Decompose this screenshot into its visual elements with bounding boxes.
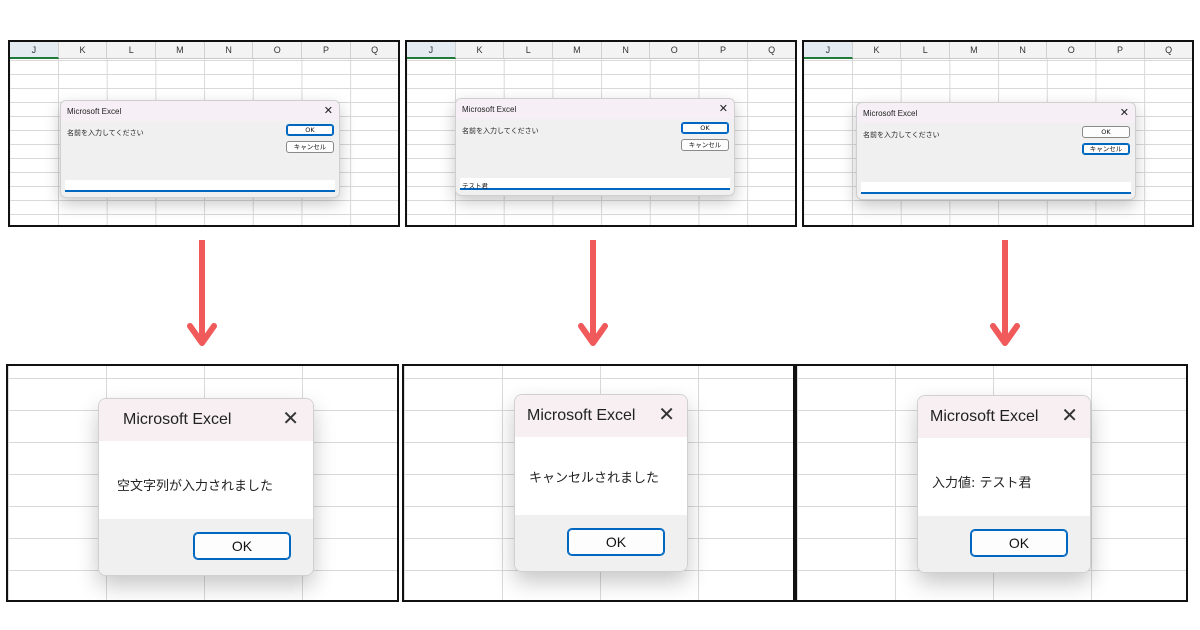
message-dialog: Microsoft Excel ✕ キャンセルされました OK [514, 394, 688, 572]
input-dialog-title: Microsoft Excel [863, 109, 918, 118]
inputbox-screenshot-3: J K L M N O P Q Microsoft Excel ✕ 名前を入力し… [802, 40, 1194, 227]
close-icon[interactable]: ✕ [658, 404, 675, 426]
input-dialog: Microsoft Excel ✕ 名前を入力してください OK キャンセル [60, 100, 340, 198]
input-dialog-title: Microsoft Excel [67, 107, 122, 116]
message-text: 空文字列が入力されました [117, 479, 274, 494]
input-dialog-title-bar: Microsoft Excel ✕ [857, 103, 1135, 123]
column-header-m[interactable]: M [156, 42, 205, 59]
input-dialog-prompt: 名前を入力してください [462, 127, 539, 135]
ok-button[interactable]: OK [681, 122, 729, 134]
message-text: キャンセルされました [529, 471, 660, 486]
column-header-o[interactable]: O [253, 42, 303, 59]
close-icon[interactable]: ✕ [282, 408, 299, 430]
message-text: 入力値: テスト君 [932, 476, 1032, 491]
input-dialog-title: Microsoft Excel [462, 105, 517, 114]
column-header-j[interactable]: J [804, 42, 853, 59]
msgbox-screenshot-1: Microsoft Excel ✕ 空文字列が入力されました OK [6, 364, 399, 602]
input-dialog: Microsoft Excel ✕ 名前を入力してください OK キャンセル テ… [455, 98, 735, 196]
column-header-k[interactable]: K [853, 42, 902, 59]
message-dialog-title-bar: Microsoft Excel ✕ [99, 399, 313, 441]
cancel-button[interactable]: キャンセル [1082, 143, 1130, 155]
down-arrow-icon [187, 240, 217, 346]
cancel-button[interactable]: キャンセル [286, 141, 334, 153]
column-header-o[interactable]: O [1047, 42, 1097, 59]
down-arrow-icon [990, 240, 1020, 346]
message-dialog-footer: OK [99, 519, 313, 575]
column-header-k[interactable]: K [456, 42, 505, 59]
column-header-l[interactable]: L [107, 42, 157, 59]
close-icon[interactable]: ✕ [719, 102, 728, 116]
message-dialog-title: Microsoft Excel [123, 411, 232, 428]
name-input[interactable] [861, 182, 1131, 194]
column-header-row: J K L M N O P Q [10, 42, 398, 59]
input-dialog-title-bar: Microsoft Excel ✕ [61, 101, 339, 121]
column-header-m[interactable]: M [950, 42, 999, 59]
column-header-n[interactable]: N [205, 42, 254, 59]
name-input[interactable] [65, 180, 335, 192]
column-header-j[interactable]: J [407, 42, 456, 59]
column-header-q[interactable]: Q [351, 42, 398, 59]
column-header-k[interactable]: K [59, 42, 108, 59]
column-header-l[interactable]: L [901, 42, 951, 59]
message-dialog-title-bar: Microsoft Excel ✕ [918, 396, 1090, 438]
column-header-p[interactable]: P [1096, 42, 1145, 59]
column-header-n[interactable]: N [602, 42, 651, 59]
close-icon[interactable]: ✕ [1120, 106, 1129, 120]
column-header-o[interactable]: O [650, 42, 700, 59]
msgbox-screenshot-2: Microsoft Excel ✕ キャンセルされました OK [402, 364, 795, 602]
inputbox-screenshot-1: J K L M N O P Q Microsoft Excel ✕ 名前を入力し… [8, 40, 400, 227]
column-header-j[interactable]: J [10, 42, 59, 59]
column-header-m[interactable]: M [553, 42, 602, 59]
ok-button[interactable]: OK [970, 529, 1068, 557]
column-header-l[interactable]: L [504, 42, 554, 59]
input-dialog-prompt: 名前を入力してください [67, 129, 144, 137]
column-header-p[interactable]: P [302, 42, 351, 59]
ok-button[interactable]: OK [1082, 126, 1130, 138]
input-dialog: Microsoft Excel ✕ 名前を入力してください OK キャンセル [856, 102, 1136, 200]
message-dialog-title-bar: Microsoft Excel ✕ [515, 395, 687, 437]
message-dialog: Microsoft Excel ✕ 空文字列が入力されました OK [98, 398, 314, 576]
message-dialog-title: Microsoft Excel [527, 407, 636, 424]
down-arrow-icon [578, 240, 608, 346]
name-input[interactable]: テスト君 [460, 178, 730, 190]
message-dialog: Microsoft Excel ✕ 入力値: テスト君 OK [917, 395, 1091, 573]
column-header-q[interactable]: Q [1145, 42, 1192, 59]
column-header-row: J K L M N O P Q [804, 42, 1192, 59]
message-dialog-footer: OK [918, 516, 1090, 572]
msgbox-screenshot-3: Microsoft Excel ✕ 入力値: テスト君 OK [795, 364, 1188, 602]
input-dialog-title-bar: Microsoft Excel ✕ [456, 99, 734, 119]
ok-button[interactable]: OK [286, 124, 334, 136]
column-header-n[interactable]: N [999, 42, 1048, 59]
message-dialog-title: Microsoft Excel [930, 408, 1039, 425]
inputbox-screenshot-2: J K L M N O P Q Microsoft Excel ✕ 名前を入力し… [405, 40, 797, 227]
input-dialog-prompt: 名前を入力してください [863, 131, 940, 139]
cancel-button[interactable]: キャンセル [681, 139, 729, 151]
column-header-row: J K L M N O P Q [407, 42, 795, 59]
column-header-q[interactable]: Q [748, 42, 795, 59]
ok-button[interactable]: OK [567, 528, 665, 556]
close-icon[interactable]: ✕ [1061, 405, 1078, 427]
message-dialog-footer: OK [515, 515, 687, 571]
column-header-p[interactable]: P [699, 42, 748, 59]
close-icon[interactable]: ✕ [324, 104, 333, 118]
ok-button[interactable]: OK [193, 532, 291, 560]
